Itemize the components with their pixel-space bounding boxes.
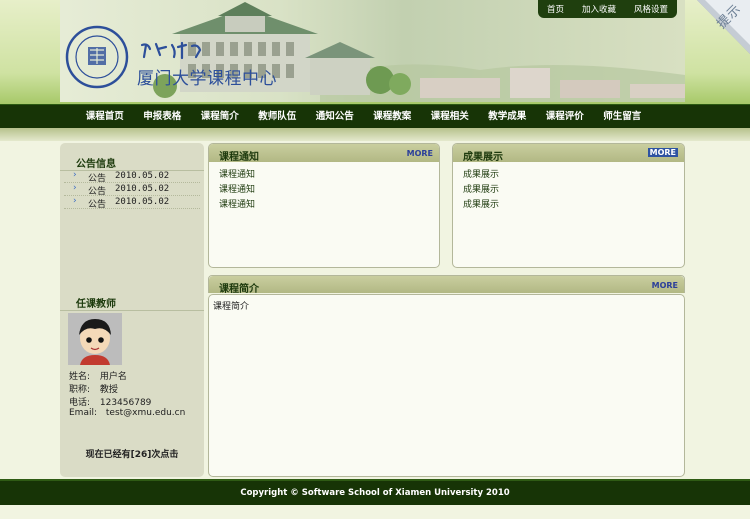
course-notice-header: 课程通知 MORE xyxy=(209,144,439,163)
teacher-title-text: 任课教师 xyxy=(76,299,116,310)
university-calligraphy-logo xyxy=(140,41,202,60)
teacher-phone: 123456789 xyxy=(99,398,152,408)
results-panel: 成果展示 MORE 成果展示 成果展示 成果展示 xyxy=(452,143,685,268)
notice-date: 2010.05.02 xyxy=(115,184,170,194)
nav-item-teaching-results[interactable]: 教学成果 xyxy=(479,105,537,129)
nav-item-course-related[interactable]: 课程相关 xyxy=(421,105,479,129)
course-notice-title: 课程通知 xyxy=(219,152,259,163)
notice-item[interactable]: › 公告 2010.05.02 xyxy=(64,196,200,210)
nav-item-course-intro[interactable]: 课程简介 xyxy=(191,105,249,129)
teacher-phone-row: 电话: 123456789 xyxy=(69,395,151,408)
teacher-avatar-icon xyxy=(68,313,122,365)
notice-date: 2010.05.02 xyxy=(115,171,170,181)
nav-item-lesson-plans[interactable]: 课程教案 xyxy=(364,105,422,129)
sidebar: 公告信息 › 公告 2010.05.02 › 公告 2010.05.02 › 公… xyxy=(60,143,204,477)
notice-date: 2010.05.02 xyxy=(115,197,170,207)
results-more-link[interactable]: MORE xyxy=(647,148,678,157)
arrow-right-icon: › xyxy=(73,183,77,193)
intro-content: 课程简介 xyxy=(213,302,250,312)
site-title: 厦门大学课程中心 xyxy=(137,69,277,89)
course-notice-item[interactable]: 课程通知 xyxy=(219,197,255,210)
course-notice-item[interactable]: 课程通知 xyxy=(219,182,255,195)
teacher-name-key: 姓名: xyxy=(69,372,91,382)
teacher-email-key: Email: xyxy=(69,408,98,418)
notice-label[interactable]: 公告 xyxy=(88,197,106,210)
nav-item-faculty[interactable]: 教师队伍 xyxy=(249,105,307,129)
teacher-email-row: Email: test@xmu.edu.cn xyxy=(69,408,185,418)
notice-item[interactable]: › 公告 2010.05.02 xyxy=(64,183,200,197)
top-link-home[interactable]: 首页 xyxy=(547,3,564,15)
intro-more-link[interactable]: MORE xyxy=(652,281,678,290)
main-nav: 课程首页 申报表格 课程简介 教师队伍 通知公告 课程教案 课程相关 教学成果 … xyxy=(0,104,750,128)
results-item[interactable]: 成果展示 xyxy=(463,197,499,210)
intro-title: 课程简介 xyxy=(219,284,259,295)
nav-item-course-home[interactable]: 课程首页 xyxy=(76,105,134,129)
avatar xyxy=(68,313,122,365)
nav-item-messages[interactable]: 师生留言 xyxy=(594,105,652,129)
nav-shadow xyxy=(0,128,750,141)
teacher-section-title: 任课教师 xyxy=(60,287,204,311)
teacher-phone-key: 电话: xyxy=(69,398,91,408)
results-title: 成果展示 xyxy=(463,152,503,163)
course-notice-more-link[interactable]: MORE xyxy=(407,149,433,158)
footer-copyright: Copyright © Software School of Xiamen Un… xyxy=(240,488,510,498)
notice-title-text: 公告信息 xyxy=(76,159,116,170)
results-header: 成果展示 MORE xyxy=(453,144,684,163)
top-links-bar: 首页 加入收藏 风格设置 xyxy=(538,0,677,18)
nav-item-announcements[interactable]: 通知公告 xyxy=(306,105,364,129)
course-notice-item[interactable]: 课程通知 xyxy=(219,167,255,180)
notice-section-title: 公告信息 xyxy=(60,147,204,171)
teacher-rank-key: 职称: xyxy=(69,385,91,395)
teacher-title-row: 职称: 教授 xyxy=(69,382,118,395)
teacher-rank: 教授 xyxy=(99,385,118,395)
nav-item-course-evaluation[interactable]: 课程评价 xyxy=(536,105,594,129)
footer-base xyxy=(0,505,750,519)
results-item[interactable]: 成果展示 xyxy=(463,167,499,180)
teacher-name: 用户名 xyxy=(99,372,127,382)
teacher-email: test@xmu.edu.cn xyxy=(105,408,186,418)
intro-header: 课程简介 MORE xyxy=(209,276,684,295)
arrow-right-icon: › xyxy=(73,196,77,206)
visit-counter: 现在已经有[26]次点击 xyxy=(85,450,179,460)
course-notice-panel: 课程通知 MORE 课程通知 课程通知 课程通知 xyxy=(208,143,440,268)
teacher-name-row: 姓名: 用户名 xyxy=(69,369,127,382)
top-link-bookmark[interactable]: 加入收藏 xyxy=(582,3,616,15)
results-item[interactable]: 成果展示 xyxy=(463,182,499,195)
intro-panel-body: 课程简介 xyxy=(208,294,685,477)
top-link-style-settings[interactable]: 风格设置 xyxy=(634,3,668,15)
arrow-right-icon: › xyxy=(73,170,77,180)
intro-panel-header-wrap: 课程简介 MORE xyxy=(208,275,685,295)
notice-item[interactable]: › 公告 2010.05.02 xyxy=(64,170,200,184)
footer: Copyright © Software School of Xiamen Un… xyxy=(0,479,750,505)
nav-item-application-forms[interactable]: 申报表格 xyxy=(134,105,192,129)
